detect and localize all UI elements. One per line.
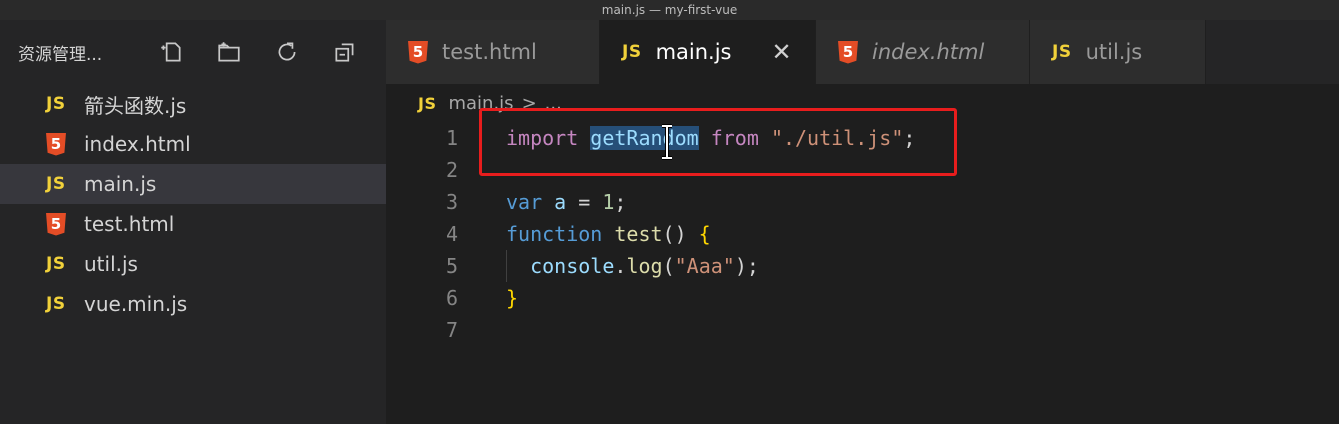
js-file-icon: JS [46,94,66,114]
code-token: ; [614,190,627,214]
file-item[interactable]: JS vue.min.js [0,284,386,324]
code-text: function test() { [506,218,711,250]
collapse-all-icon[interactable] [330,37,360,67]
html5-file-icon: 5 [408,40,428,64]
file-name: test.html [84,212,175,236]
file-icon: JS [46,294,72,314]
js-file-icon: JS [46,294,66,314]
code-token: 1 [602,190,615,214]
file-item[interactable]: JS 箭头函数.js [0,84,386,124]
close-icon[interactable]: ✕ [772,38,792,66]
file-icon: JS [46,254,72,274]
tab-util-js[interactable]: JS util.js [1030,20,1206,84]
refresh-icon[interactable] [272,37,302,67]
code-text: var a = 1; [506,186,626,218]
code-line[interactable]: 5 console.log("Aaa"); [386,250,1339,282]
line-number: 2 [445,158,458,182]
code-line[interactable]: 4 function test() { [386,218,1339,250]
html5-file-icon: 5 [838,40,858,64]
code-token: log [626,254,663,278]
code-token: { [698,222,711,246]
line-number: 4 [445,222,458,246]
line-number: 1 [445,126,458,150]
editor-tabs: 5 test.html JS main.js ✕ 5 index.html JS util.js [386,20,1339,84]
js-file-icon: JS [418,93,437,113]
file-icon: 5 [46,132,72,156]
js-file-icon: JS [1052,42,1072,62]
window-title: main.js — my-first-vue [601,3,738,17]
title-bar: main.js — my-first-vue [0,0,1339,20]
line-number: 6 [445,286,458,310]
tab-file-icon: JS [1052,42,1072,62]
line-number: 7 [445,318,458,342]
code-token: = [566,190,603,214]
code-line[interactable]: 7 [386,314,1339,346]
code-token: var [506,190,543,214]
code-line[interactable]: 3 var a = 1; [386,186,1339,218]
file-name: 箭头函数.js [84,93,187,118]
tab-file-icon: 5 [838,40,858,64]
code-token: function [506,222,603,246]
file-item[interactable]: 5 index.html [0,124,386,164]
code-line[interactable]: 6} [386,282,1339,314]
tab-test-html[interactable]: 5 test.html [386,20,600,84]
explorer-sidebar: 资源管理... JS 箭头函数.js 5 index.html JS main.js 5 te… [0,20,386,424]
text-cursor-icon [659,124,675,160]
code-token: ( [662,254,675,278]
tab-label: index.html [872,40,985,64]
code-token: console [530,254,615,278]
code-text: console.log("Aaa"); [506,250,759,282]
file-list: JS 箭头函数.js 5 index.html JS main.js 5 test.html J… [0,84,386,324]
code-token: () [662,222,699,246]
code-token: } [506,286,519,310]
line-number: 5 [445,254,458,278]
code-token: . [614,254,627,278]
tab-index-html[interactable]: 5 index.html [816,20,1030,84]
code-token: test [614,222,663,246]
file-item[interactable]: JS util.js [0,244,386,284]
html5-file-icon: 5 [46,132,66,156]
file-icon: JS [46,174,72,194]
js-file-icon: JS [46,254,66,274]
new-folder-icon[interactable] [214,37,244,67]
file-icon: 5 [46,212,72,236]
file-item[interactable]: JS main.js [0,164,386,204]
code-token: "Aaa" [674,254,735,278]
code-token: ); [734,254,759,278]
html5-file-icon: 5 [46,212,66,236]
tab-label: main.js [655,40,732,64]
explorer-actions [156,37,360,67]
tab-main-js[interactable]: JS main.js ✕ [600,20,816,84]
file-name: util.js [84,252,138,276]
js-file-icon: JS [46,174,66,194]
code-text: } [506,282,518,314]
code-token: a [554,190,567,214]
tab-label: util.js [1085,40,1143,64]
file-icon: JS [46,94,72,114]
line-number: 3 [445,190,458,214]
file-name: index.html [84,132,191,156]
file-item[interactable]: 5 test.html [0,204,386,244]
file-name: vue.min.js [84,292,188,316]
js-file-icon: JS [622,42,642,62]
tab-file-icon: JS [622,42,642,62]
tabbar-empty-area [1206,20,1339,84]
file-name: main.js [84,172,157,196]
highlight-annotation-box [479,108,957,176]
tab-label: test.html [442,40,537,64]
new-file-icon[interactable] [156,37,186,67]
explorer-title: 资源管理... [18,44,103,65]
explorer-header: 资源管理... [0,20,386,84]
tab-file-icon: 5 [408,40,428,64]
